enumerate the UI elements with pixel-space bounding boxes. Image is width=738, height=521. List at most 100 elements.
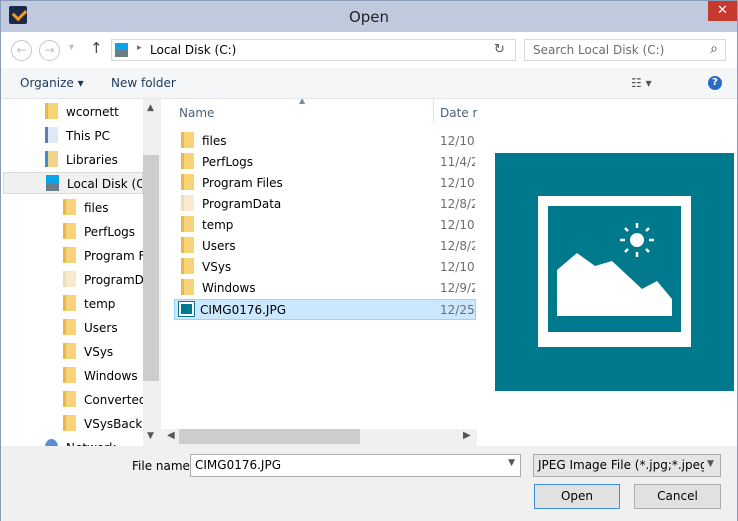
address-bar[interactable]: ▸ Local Disk (C:) ↻ (111, 39, 516, 61)
file-name: Program Files (202, 176, 283, 190)
file-name-input[interactable]: CIMG0176.JPG ▼ (190, 454, 521, 477)
nav-item-folder[interactable]: VSysBackup (63, 413, 143, 435)
search-placeholder: Search Local Disk (C:) (533, 43, 665, 57)
nav-item-label: files (84, 201, 109, 215)
scroll-right-icon[interactable]: ▶ (463, 430, 471, 441)
breadcrumb-local-disk[interactable]: Local Disk (C:) (150, 43, 236, 57)
file-date: 12/10/ (440, 260, 475, 274)
file-list: Name ▲ Date m files12/10/PerfLogs11/4/2P… (161, 99, 477, 446)
nav-pane-scrollbar[interactable]: ▲ ▼ (143, 99, 159, 446)
nav-item-folder[interactable]: Windows (63, 365, 143, 387)
change-view-button[interactable]: ☷ ▾ (631, 76, 652, 90)
nav-item-wcornett[interactable]: wcornett (45, 101, 119, 123)
open-button[interactable]: Open (534, 484, 620, 509)
file-type-select[interactable]: JPEG Image File (*.jpg;*.jpeg;*.jp ▼ (533, 454, 721, 477)
close-button[interactable]: ✕ (708, 1, 737, 21)
folder-icon (181, 237, 194, 253)
nav-item-folder[interactable]: Converted (63, 389, 143, 411)
file-row[interactable]: Program Files 12/10/ (175, 173, 475, 194)
folder-icon (63, 295, 76, 311)
nav-item-folder[interactable]: Network (45, 437, 143, 446)
nav-item-folder[interactable]: files (63, 197, 143, 219)
file-date: 12/10/ (440, 218, 475, 232)
column-headers: Name ▲ Date m (161, 99, 477, 123)
nav-item-label: temp (84, 297, 116, 311)
nav-item-label: Converted (84, 393, 143, 407)
file-row[interactable]: Windows 12/9/2 (175, 278, 475, 299)
file-row[interactable]: PerfLogs 11/4/2 (175, 152, 475, 173)
nav-item-label: VSysBackup (84, 417, 143, 431)
folder-icon (181, 216, 194, 232)
search-icon[interactable]: ⌕ (710, 41, 718, 57)
refresh-button[interactable]: ↻ (494, 42, 505, 57)
nav-item-this-pc[interactable]: This PC (45, 125, 110, 147)
file-date: 12/25/ (440, 303, 475, 317)
drive-icon (115, 43, 128, 57)
chevron-down-icon[interactable]: ▼ (704, 455, 720, 476)
zip-folder-icon (63, 391, 76, 407)
navigation-pane: wcornett This PC Libraries Local Disk (C… (1, 99, 159, 446)
file-row[interactable]: CIMG0176.JPG 12/25/ (174, 299, 476, 320)
nav-item-label: Windows (84, 369, 138, 383)
nav-item-label: Users (84, 321, 118, 335)
nav-item-label: wcornett (66, 105, 119, 119)
nav-item-local-disk[interactable]: Local Disk (C:) (3, 172, 143, 194)
organize-button[interactable]: Organize ▾ (20, 76, 84, 90)
file-name: PerfLogs (202, 155, 254, 169)
file-date: 11/4/2 (440, 155, 475, 169)
scrollbar-thumb[interactable] (179, 429, 360, 444)
file-row[interactable]: Users 12/8/2 (175, 236, 475, 257)
zip-folder-icon (63, 415, 76, 431)
file-date: 12/10/ (440, 134, 475, 148)
column-header-date[interactable]: Date m (440, 106, 477, 120)
file-row[interactable]: ProgramData 12/8/2 (175, 194, 475, 215)
back-button[interactable]: ← (11, 40, 32, 61)
nav-item-label: PerfLogs (84, 225, 136, 239)
search-input[interactable]: Search Local Disk (C:) ⌕ (524, 39, 726, 61)
file-date: 12/8/2 (440, 197, 475, 211)
scroll-up-icon[interactable]: ▲ (147, 103, 154, 113)
preview-pane (477, 99, 737, 446)
horizontal-scrollbar[interactable]: ◀ ▶ (161, 429, 477, 446)
file-row[interactable]: temp 12/10/ (175, 215, 475, 236)
file-name: ProgramData (202, 197, 282, 211)
nav-item-folder[interactable]: Program Fi (63, 245, 143, 267)
open-dialog: Open ✕ ← → ▾ ↑ ▸ Local Disk (C:) ↻ Searc… (0, 0, 738, 521)
recent-locations-button[interactable]: ▾ (69, 42, 74, 53)
file-row[interactable]: VSys 12/10/ (175, 257, 475, 278)
file-name: CIMG0176.JPG (200, 303, 286, 317)
up-button[interactable]: ↑ (90, 39, 103, 57)
folder-icon (181, 279, 194, 295)
nav-item-folder[interactable]: ProgramDa (63, 269, 143, 291)
folder-icon (63, 247, 76, 263)
file-date: 12/9/2 (440, 281, 475, 295)
file-name-label: File name: (132, 459, 194, 473)
cancel-button[interactable]: Cancel (634, 484, 721, 509)
nav-item-folder[interactable]: Users (63, 317, 143, 339)
nav-item-folder[interactable]: temp (63, 293, 143, 315)
column-header-name[interactable]: Name (179, 106, 214, 120)
new-folder-button[interactable]: New folder (111, 76, 176, 90)
breadcrumb-separator[interactable]: ▸ (137, 43, 142, 53)
window-title: Open (348, 8, 390, 26)
nav-item-libraries[interactable]: Libraries (45, 149, 118, 171)
file-type-value: JPEG Image File (*.jpg;*.jpeg;*.jp (538, 458, 721, 472)
nav-item-folder[interactable]: PerfLogs (63, 221, 143, 243)
folder-icon (181, 258, 194, 274)
nav-item-label: ProgramDa (84, 273, 143, 287)
scroll-left-icon[interactable]: ◀ (167, 430, 175, 441)
nav-item-label: Local Disk (C:) (67, 177, 142, 191)
file-name-value: CIMG0176.JPG (195, 458, 281, 472)
scroll-down-icon[interactable]: ▼ (147, 431, 154, 441)
file-row[interactable]: files 12/10/ (175, 131, 475, 152)
scrollbar-thumb[interactable] (143, 155, 159, 381)
folder-icon (63, 199, 76, 215)
toolbar: Organize ▾ New folder ☷ ▾ ? (1, 68, 737, 99)
nav-item-folder[interactable]: VSys (63, 341, 143, 363)
forward-button[interactable]: → (39, 40, 60, 61)
chevron-down-icon[interactable]: ▼ (508, 458, 515, 468)
folder-icon (63, 367, 76, 383)
help-icon[interactable]: ? (708, 76, 722, 90)
nav-item-label: VSys (84, 345, 114, 359)
drive-icon (46, 175, 59, 191)
